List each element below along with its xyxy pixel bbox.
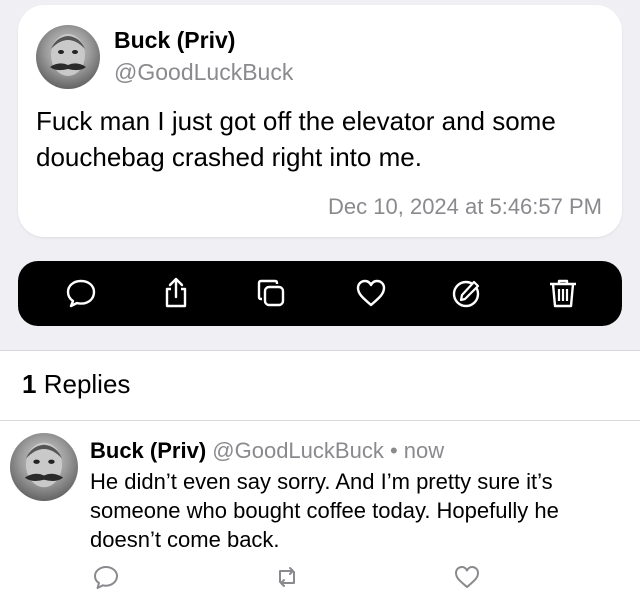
section-divider (0, 350, 640, 351)
post-card: Buck (Priv) @GoodLuckBuck Fuck man I jus… (18, 5, 622, 237)
delete-button[interactable] (546, 276, 580, 310)
edit-button[interactable] (449, 276, 483, 310)
repost-icon (279, 567, 295, 587)
reply-author-name[interactable]: Buck (Priv) (90, 438, 206, 463)
speech-bubble-icon (66, 279, 96, 308)
reply-text: He didn’t even say sorry. And I’m pretty… (90, 469, 559, 552)
copy-button[interactable] (254, 276, 288, 310)
post-text: Fuck man I just got off the elevator and… (36, 106, 556, 172)
author-name[interactable]: Buck (Priv) (114, 27, 235, 54)
heart-icon (356, 279, 386, 307)
repost-button[interactable] (273, 563, 301, 591)
face-photo-icon (24, 442, 64, 488)
reply-time: now (403, 438, 445, 463)
edit-icon (452, 280, 480, 308)
reply-to-reply-button[interactable] (92, 563, 120, 591)
replies-header: 1 Replies (22, 369, 130, 400)
reply-like-button[interactable] (453, 563, 481, 591)
like-icon (455, 566, 479, 588)
copy-icon (257, 279, 285, 307)
post-timestamp: Dec 10, 2024 at 5:46:57 PM (328, 194, 602, 219)
like-button[interactable] (354, 276, 388, 310)
share-icon (165, 277, 187, 308)
author-avatar[interactable] (36, 25, 100, 89)
trash-icon (550, 279, 576, 308)
reply-meta: Buck (Priv) @GoodLuckBuck • now (90, 438, 444, 464)
replies-label: Replies (43, 369, 131, 399)
face-photo-icon (50, 34, 86, 76)
reply-icon (94, 566, 118, 589)
post-action-toolbar (18, 261, 622, 326)
replies-count: 1 (22, 369, 37, 399)
reply-button[interactable] (64, 276, 98, 310)
section-divider (0, 420, 640, 421)
meta-separator: • (389, 438, 398, 463)
share-button[interactable] (159, 276, 193, 310)
author-handle[interactable]: @GoodLuckBuck (114, 59, 293, 86)
reply-author-avatar[interactable] (10, 433, 78, 501)
reply-author-handle[interactable]: @GoodLuckBuck (212, 438, 384, 463)
